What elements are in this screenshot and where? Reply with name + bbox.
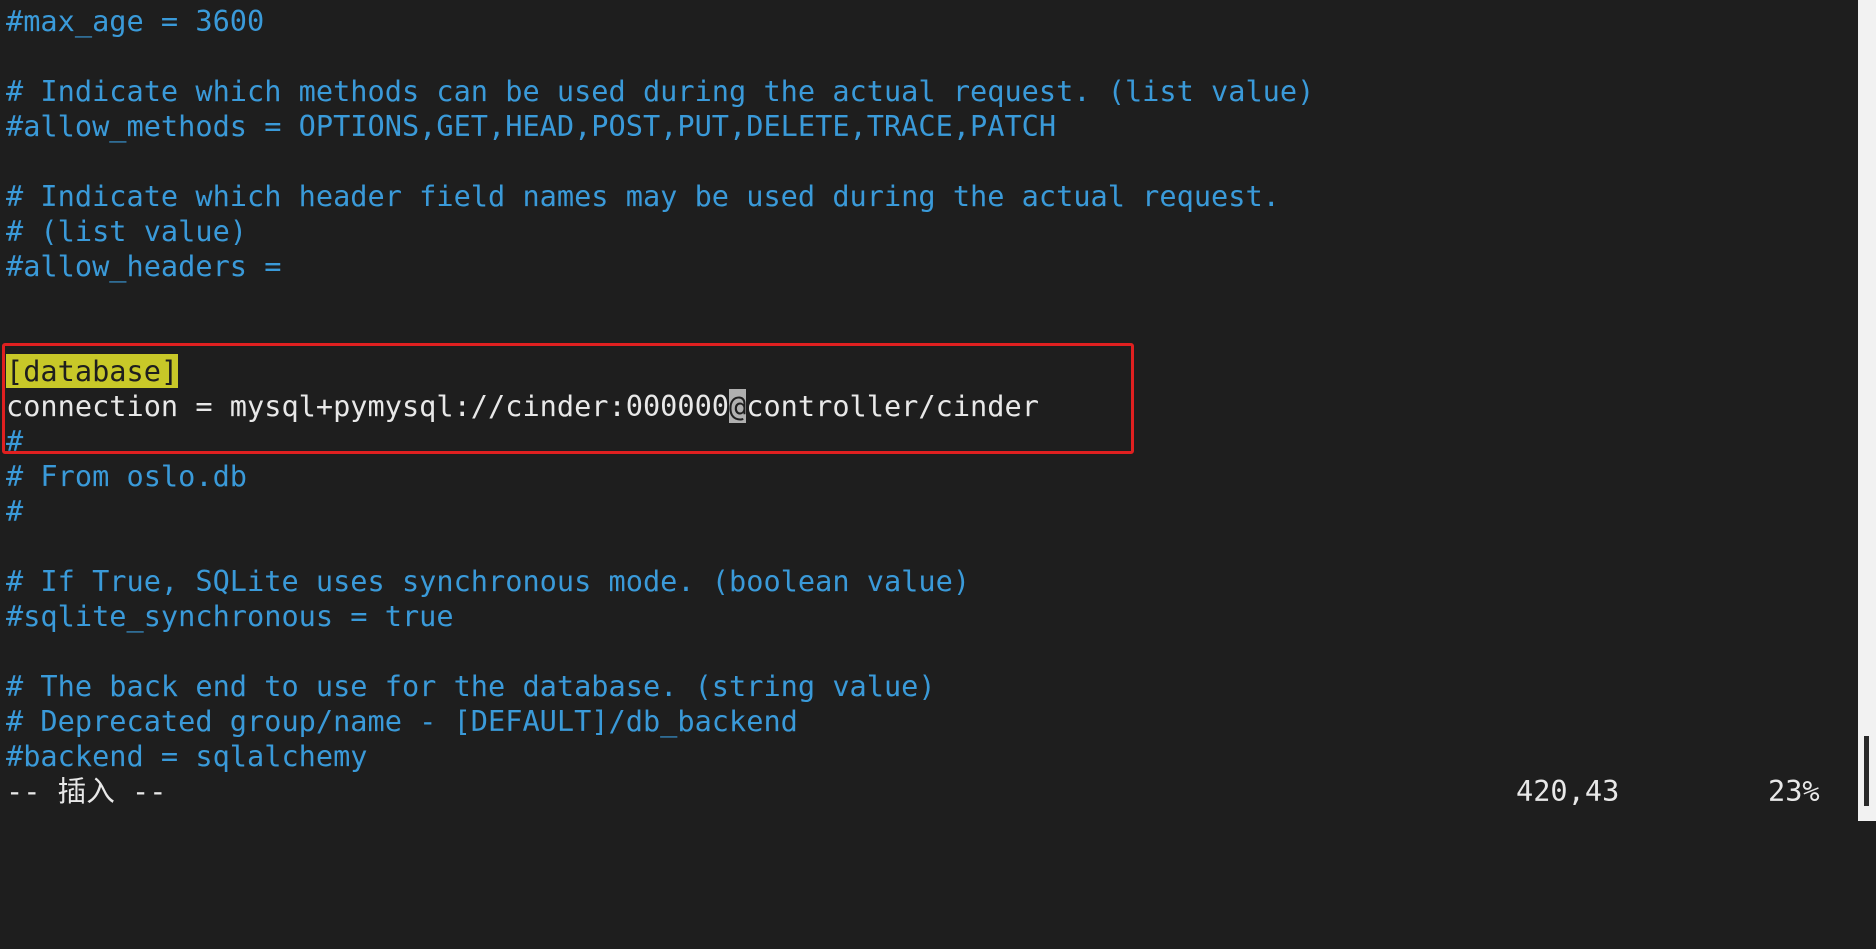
code-line-connection[interactable]: connection = mysql+pymysql://cinder:0000… (6, 389, 1846, 424)
code-line[interactable] (6, 634, 1846, 669)
editor-buffer[interactable]: #max_age = 3600 # Indicate which methods… (6, 4, 1846, 774)
code-line[interactable]: #sqlite_synchronous = true (6, 599, 1846, 634)
code-line[interactable]: #backend = sqlalchemy (6, 739, 1846, 774)
code-line-section[interactable]: [database] (6, 354, 1846, 389)
connection-string-before-cursor: connection = mysql+pymysql://cinder:0000… (6, 389, 730, 423)
code-line[interactable] (6, 39, 1846, 74)
section-header-database: [database] (6, 354, 179, 388)
code-line[interactable] (6, 284, 1846, 319)
code-line[interactable]: # (6, 494, 1846, 529)
code-line[interactable]: # (list value) (6, 214, 1846, 249)
scroll-percent: 23% (1768, 774, 1820, 808)
cursor-position: 420,43 (1516, 774, 1620, 808)
code-line[interactable] (6, 529, 1846, 564)
code-line[interactable]: # If True, SQLite uses synchronous mode.… (6, 564, 1846, 599)
code-line[interactable] (6, 144, 1846, 179)
vim-status-line: -- 插入 -- 420,43 23% (6, 774, 1846, 809)
mode-indicator: -- 插入 -- (6, 774, 167, 808)
code-line[interactable] (6, 319, 1846, 354)
code-line[interactable]: # From oslo.db (6, 459, 1846, 494)
code-line[interactable]: # Indicate which methods can be used dur… (6, 74, 1846, 109)
connection-string-after-cursor: controller/cinder (746, 389, 1039, 423)
code-line[interactable]: # The back end to use for the database. … (6, 669, 1846, 704)
code-line[interactable]: # Indicate which header field names may … (6, 179, 1846, 214)
vertical-scrollbar[interactable] (1858, 0, 1876, 821)
code-line[interactable]: # (6, 424, 1846, 459)
vim-terminal-window[interactable]: #max_age = 3600 # Indicate which methods… (0, 0, 1858, 821)
code-line[interactable]: #allow_headers = (6, 249, 1846, 284)
code-line[interactable]: #max_age = 3600 (6, 4, 1846, 39)
code-line[interactable]: #allow_methods = OPTIONS,GET,HEAD,POST,P… (6, 109, 1846, 144)
code-line[interactable]: # Deprecated group/name - [DEFAULT]/db_b… (6, 704, 1846, 739)
text-cursor: @ (729, 389, 747, 423)
scrollbar-thumb[interactable] (1864, 736, 1869, 806)
